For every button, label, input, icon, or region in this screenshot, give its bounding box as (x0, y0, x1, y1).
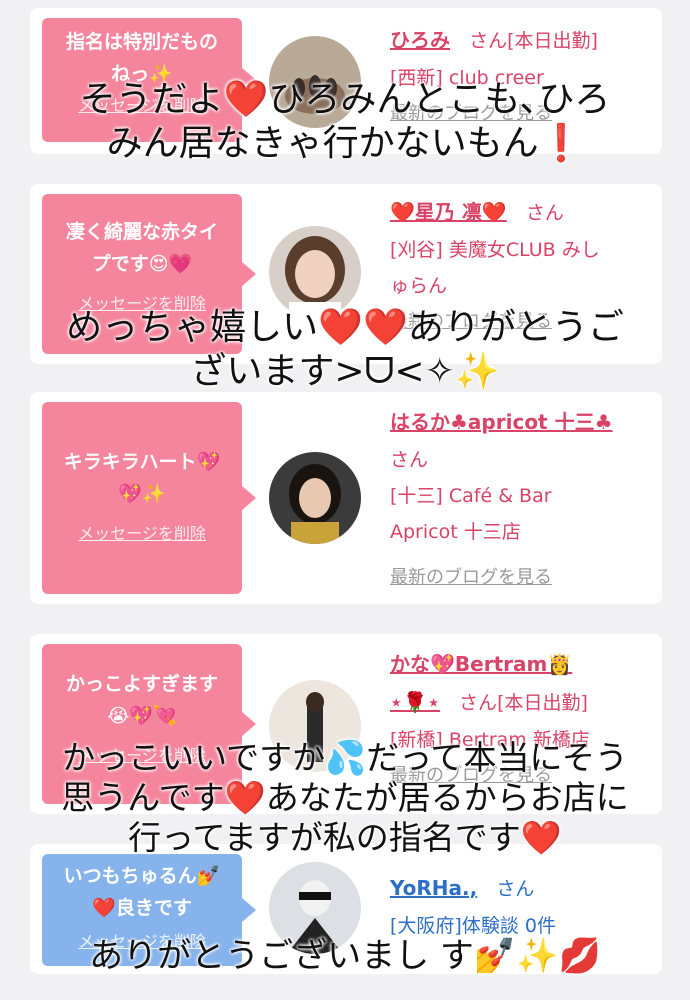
message-card: キラキラハート💖 💖✨ メッセージを削除 はるか♣apricot 十三♣ さん … (30, 392, 662, 604)
cast-name-link[interactable]: ❤️星乃 凛❤️ (390, 200, 507, 224)
shift-status: [本日出勤] (497, 692, 588, 714)
caption-line: 思うんです❤️あなたが居るからお店に (61, 778, 629, 817)
cast-name-link[interactable]: YoRHa., (390, 876, 477, 900)
avatar[interactable] (269, 452, 361, 544)
shop-name: Apricot 十三店 (390, 521, 521, 543)
caption-line: めっちゃ嬉しい❤️❤️ありがとうご (66, 307, 624, 348)
caption-line: みん居なきゃ行かないもん❗ (106, 123, 584, 164)
shop-name: [刈谷] 美魔女CLUB みし (390, 239, 600, 261)
message-text: いつもちゅるん💅 (63, 865, 221, 887)
caption-line: ありがとうございまし す💅✨💋 (89, 936, 601, 976)
delete-message-link[interactable]: メッセージを削除 (52, 520, 232, 544)
honorific: さん (459, 692, 498, 714)
honorific: さん (496, 878, 535, 900)
message-bubble: キラキラハート💖 💖✨ メッセージを削除 (42, 402, 256, 594)
overlay-caption: そうだよ❤️ひろみんとこも､ひろ みん居なきゃ行かないもん❗ (0, 78, 690, 166)
cast-name-link[interactable]: ひろみ (390, 28, 450, 52)
blog-link[interactable]: 最新のブログを見る (390, 560, 648, 596)
message-text: ❤️良きです (92, 897, 192, 919)
honorific: さん (469, 30, 508, 52)
cast-info: はるか♣apricot 十三♣ さん [十三] Café & Bar Apric… (390, 404, 648, 596)
cast-name-link[interactable]: ⋆🌹⋆ (390, 690, 440, 714)
message-text: キラキラハート💖 (63, 451, 221, 473)
honorific: さん (525, 202, 564, 224)
shop-name: ゅらん (390, 275, 448, 297)
cast-info: YoRHa., さん [大阪府]体験談 0件 (390, 870, 648, 944)
honorific: さん (390, 449, 429, 471)
overlay-caption: めっちゃ嬉しい❤️❤️ありがとうご ざいます>ᗜ<✧✨ (0, 306, 690, 394)
message-text: 😭💖💘 (107, 705, 177, 727)
caption-line: ざいます>ᗜ<✧✨ (190, 351, 500, 392)
message-text: プです😍💗 (91, 253, 193, 275)
shop-name: [十三] Café & Bar (390, 485, 552, 507)
caption-line: 行ってますが私の指名です❤️ (128, 818, 562, 857)
overlay-caption: ありがとうございまし す💅✨💋 (0, 934, 690, 978)
message-text: 💖✨ (118, 483, 166, 505)
cast-name-link[interactable]: かな💖Bertram👸 (390, 652, 572, 676)
caption-line: そうだよ❤️ひろみんとこも､ひろ (79, 79, 611, 120)
message-text: 指名は特別だもの (65, 31, 218, 53)
shift-status: [本日出勤] (507, 30, 598, 52)
avatar[interactable] (269, 226, 361, 318)
caption-line: かっこいいですか💦だって本当にそう (62, 738, 628, 777)
message-text: かっこよすぎます (65, 673, 218, 695)
overlay-caption: かっこいいですか💦だって本当にそう 思うんです❤️あなたが居るからお店に 行って… (0, 738, 690, 858)
message-text: 凄く綺麗な赤タイ (65, 221, 218, 243)
cast-name-link[interactable]: はるか♣apricot 十三♣ (390, 410, 613, 434)
